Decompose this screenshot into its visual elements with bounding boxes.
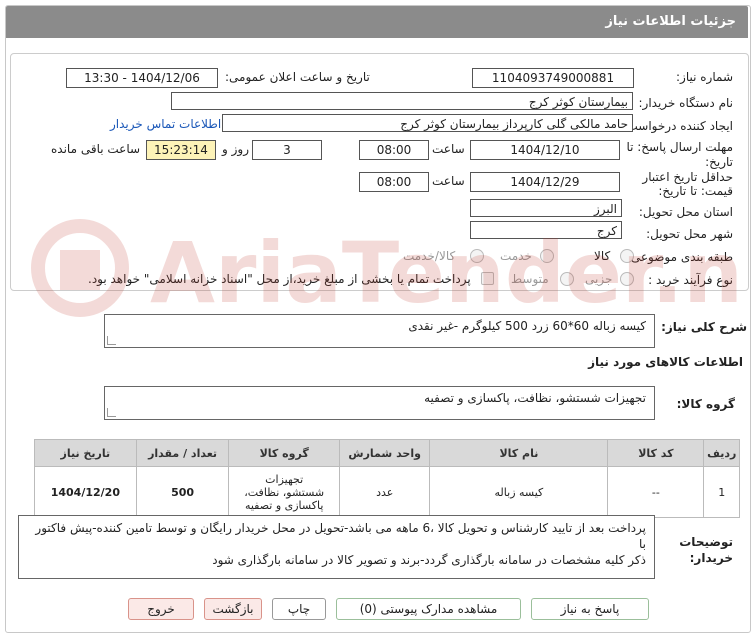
buyer-notes-line: ذکر کلیه مشخصات در سامانه بارگذاری گردد-… <box>212 553 646 567</box>
goods-group-text: تجهیزات شستشو، نظافت، پاکسازی و تصفیه <box>424 391 646 405</box>
category-radio-service[interactable] <box>540 249 554 263</box>
cell-quantity: 500 <box>135 466 230 518</box>
cell-name: کیسه زباله <box>429 466 609 518</box>
creator-field: حامد مالکی گلی کارپرداز بیمارستان کوثر ک… <box>222 114 633 132</box>
buyer-notes-label: توضیحات <box>679 535 733 549</box>
cell-date: 1404/12/20 <box>34 466 137 518</box>
announce-label: تاریخ و ساعت اعلان عمومی: <box>225 70 370 84</box>
cell-group-line: پاکسازی و تصفیه <box>244 498 324 512</box>
treasury-checkbox[interactable] <box>481 272 494 285</box>
summary-text: کیسه زباله 60*60 زرد 500 کیلوگرم -غیر نق… <box>408 319 646 333</box>
category-option-both: کالا/خدمت <box>403 249 456 263</box>
validity-date-field: 1404/12/29 <box>470 172 620 192</box>
table-row: 1 -- کیسه زباله عدد تجهیزات شستشو، نظافت… <box>34 466 740 518</box>
col-name: نام کالا <box>429 439 609 467</box>
category-radio-goods[interactable] <box>620 249 634 263</box>
buyer-org-label: نام دستگاه خریدار: <box>638 96 734 110</box>
cell-code: -- <box>607 466 705 518</box>
purchase-radio-small[interactable] <box>620 272 634 286</box>
col-date: تاریخ نیاز <box>34 439 137 467</box>
remaining-time-field: 15:23:14 <box>146 140 216 160</box>
cell-unit: عدد <box>338 466 431 518</box>
exit-button[interactable]: خروج <box>128 598 194 620</box>
col-code: کد کالا <box>607 439 705 467</box>
col-unit: واحد شمارش <box>338 439 431 467</box>
contact-buyer-link[interactable]: اطلاعات تماس خریدار <box>110 117 221 131</box>
page-title: جزئیات اطلاعات نیاز <box>605 14 736 29</box>
city-label: شهر محل تحویل: <box>646 227 733 241</box>
deadline-date-field: 1404/12/10 <box>470 140 620 160</box>
buyer-notes-textarea: پرداخت بعد از تایید کارشناس و تحویل کالا… <box>18 515 655 579</box>
city-field: کرج <box>470 221 622 239</box>
resize-grip-icon[interactable] <box>107 408 116 417</box>
deadline-label: مهلت ارسال پاسخ: تا <box>626 140 733 154</box>
reply-button[interactable]: پاسخ به نیاز <box>531 598 649 620</box>
col-index: ردیف <box>703 439 740 467</box>
validity-time-field: 08:00 <box>359 172 429 192</box>
validity-label-2: قیمت: تا تاریخ: <box>658 184 733 198</box>
days-field: 3 <box>252 140 322 160</box>
page-header: جزئیات اطلاعات نیاز <box>6 6 748 38</box>
summary-label: شرح کلی نیاز: <box>661 320 747 334</box>
summary-textarea: کیسه زباله 60*60 زرد 500 کیلوگرم -غیر نق… <box>104 314 655 348</box>
days-label: روز و <box>222 142 249 156</box>
category-option-service: خدمت <box>500 249 532 263</box>
cell-group: تجهیزات شستشو، نظافت، پاکسازی و تصفیه <box>228 466 340 518</box>
cell-group-line: تجهیزات <box>265 472 304 486</box>
col-quantity: تعداد / مقدار <box>135 439 230 467</box>
resize-grip-icon[interactable] <box>107 336 116 345</box>
buyer-org-field: بیمارستان کوثر کرج <box>171 92 633 110</box>
category-radio-both[interactable] <box>470 249 484 263</box>
goods-section-title: اطلاعات کالاهای مورد نیاز <box>588 355 743 369</box>
deadline-time-label: ساعت <box>432 142 465 156</box>
province-field: البرز <box>470 199 622 217</box>
goods-group-textarea: تجهیزات شستشو، نظافت، پاکسازی و تصفیه <box>104 386 655 420</box>
buyer-notes-line: پرداخت بعد از تایید کارشناس و تحویل کالا… <box>35 521 646 551</box>
province-label: استان محل تحویل: <box>638 205 733 219</box>
remaining-label: ساعت باقی مانده <box>51 142 141 156</box>
cell-group-line: شستشو، نظافت، <box>244 485 325 499</box>
need-number-field: 1104093749000881 <box>472 68 634 88</box>
deadline-label-2: تاریخ: <box>705 155 733 169</box>
items-table: ردیف کد کالا نام کالا واحد شمارش گروه کا… <box>34 439 740 518</box>
table-header-row: ردیف کد کالا نام کالا واحد شمارش گروه کا… <box>34 439 740 467</box>
goods-group-label: گروه کالا: <box>676 397 735 411</box>
purchase-option-medium: متوسط <box>511 272 549 286</box>
validity-label: حداقل تاریخ اعتبار <box>642 170 733 184</box>
buyer-notes-label-2: خریدار: <box>689 551 733 565</box>
need-number-label: شماره نیاز: <box>676 70 733 84</box>
category-option-goods: کالا <box>594 249 611 263</box>
validity-time-label: ساعت <box>432 174 465 188</box>
print-button[interactable]: چاپ <box>272 598 326 620</box>
creator-label: ایجاد کننده درخواست: <box>622 119 733 133</box>
col-group: گروه کالا <box>228 439 340 467</box>
announce-field: 1404/12/06 - 13:30 <box>66 68 218 88</box>
purchase-radio-medium[interactable] <box>560 272 574 286</box>
treasury-note: پرداخت تمام یا بخشی از مبلغ خرید،از محل … <box>88 272 471 286</box>
purchase-option-small: جزیی <box>585 272 613 286</box>
attachments-button[interactable]: مشاهده مدارک پیوستی (0) <box>336 598 521 620</box>
cell-index: 1 <box>703 466 740 518</box>
purchase-type-label: نوع فرآیند خرید : <box>648 273 733 287</box>
back-button[interactable]: بازگشت <box>204 598 262 620</box>
category-label: طبقه بندی موضوعی: <box>626 250 733 264</box>
deadline-time-field: 08:00 <box>359 140 429 160</box>
